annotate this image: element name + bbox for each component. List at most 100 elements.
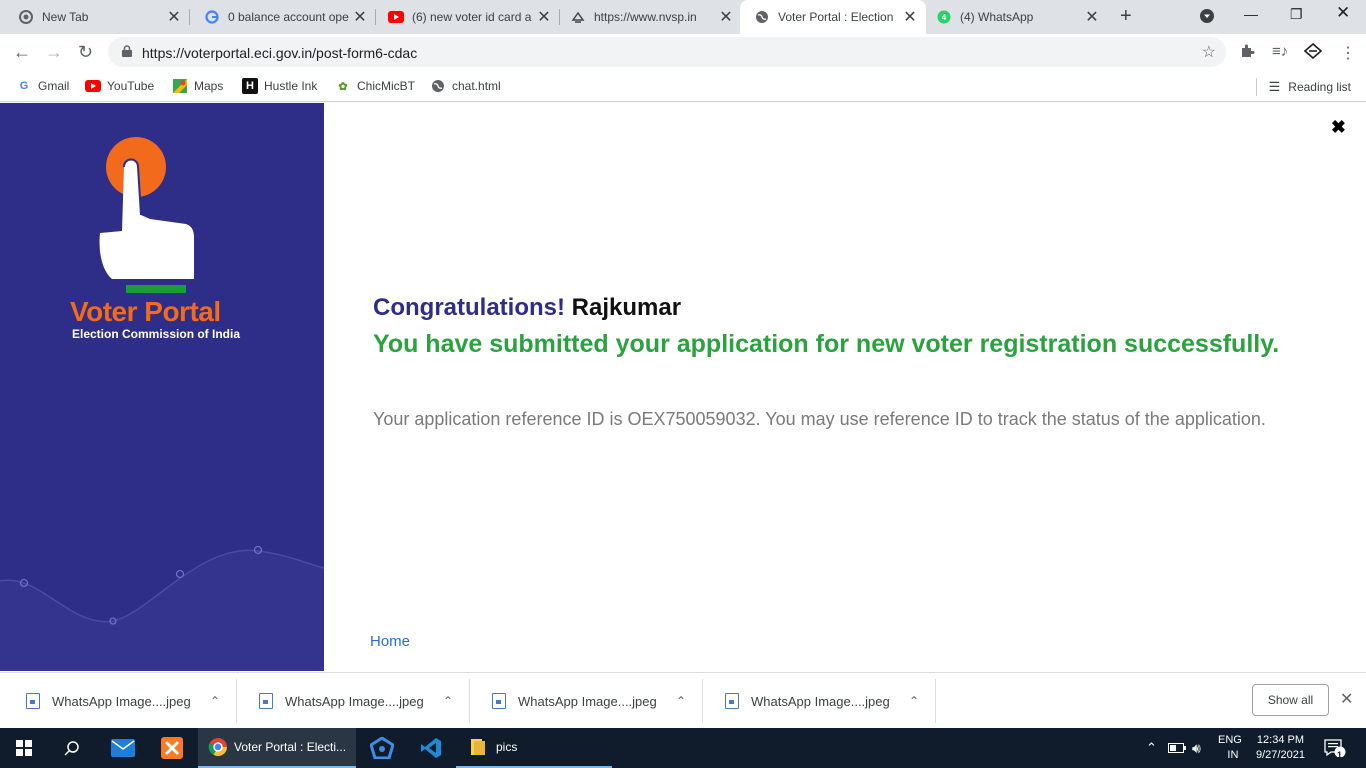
tab-new-tab[interactable]: New Tab ✕ — [0, 0, 190, 34]
close-tab-icon[interactable]: ✕ — [536, 7, 552, 27]
tab-title: Voter Portal : Election — [778, 10, 894, 24]
extensions-icon[interactable] — [1240, 43, 1255, 62]
close-tab-icon[interactable]: ✕ — [718, 7, 734, 27]
language-code: ENG — [1218, 734, 1242, 746]
close-tab-icon[interactable]: ✕ — [1084, 7, 1100, 27]
region-code: IN — [1227, 749, 1239, 761]
restore-icon[interactable]: ❐ — [1290, 6, 1303, 23]
bookmark-star-icon[interactable]: ☆ — [1202, 42, 1216, 62]
clock[interactable]: 12:34 PM 9/27/2021 — [1256, 728, 1305, 768]
bookmark-chicmicbt[interactable]: ✿ ChicMicBT — [335, 78, 415, 94]
reading-list-button[interactable]: ☰ Reading list — [1255, 78, 1351, 96]
window-close-icon[interactable]: ✕ — [1336, 3, 1350, 23]
bookmark-label: Gmail — [38, 79, 70, 93]
download-item[interactable]: WhatsApp Image....jpeg ⌃ — [703, 679, 936, 723]
google-icon — [204, 9, 220, 25]
tray-chevron-up-icon[interactable]: ⌃ — [1146, 728, 1157, 768]
congratulations-heading: Congratulations! Rajkumar — [373, 294, 681, 322]
tab-youtube-voter[interactable]: (6) new voter id card a ✕ — [370, 0, 560, 34]
home-link[interactable]: Home — [370, 633, 410, 650]
extension-diamond-icon[interactable] — [1303, 42, 1323, 63]
show-all-button[interactable]: Show all — [1252, 684, 1329, 716]
brand-title: Voter Portal — [70, 296, 221, 327]
close-tab-icon[interactable]: ✕ — [902, 7, 918, 27]
taskbar-folder-window[interactable]: pics — [456, 728, 612, 768]
bookmark-label: YouTube — [107, 79, 155, 93]
download-filename: WhatsApp Image....jpeg — [52, 693, 191, 709]
globe-icon — [430, 78, 446, 94]
divider — [1255, 78, 1257, 96]
battery-icon[interactable] — [1168, 728, 1186, 768]
chevron-up-icon[interactable]: ⌃ — [909, 694, 919, 708]
eci-icon — [570, 9, 586, 25]
forward-icon[interactable]: → — [45, 42, 63, 63]
download-item[interactable]: WhatsApp Image....jpeg ⌃ — [4, 679, 237, 723]
menu-dots-icon[interactable]: ⋮ — [1340, 43, 1356, 63]
globe-icon — [754, 9, 770, 25]
download-item[interactable]: WhatsApp Image....jpeg ⌃ — [470, 679, 703, 723]
url-text[interactable]: https://voterportal.eci.gov.in/post-form… — [142, 45, 417, 61]
browser-toolbar: ← → ↻ https://voterportal.eci.gov.in/pos… — [0, 34, 1366, 70]
search-icon[interactable] — [48, 728, 96, 768]
downloads-bar: WhatsApp Image....jpeg ⌃ WhatsApp Image.… — [0, 672, 1366, 728]
image-file-icon — [259, 693, 273, 709]
bookmark-label: Maps — [194, 79, 224, 93]
chrome-icon — [208, 738, 227, 757]
download-item[interactable]: WhatsApp Image....jpeg ⌃ — [237, 679, 470, 723]
folder-icon — [471, 739, 485, 755]
taskbar-chrome-label: Voter Portal : Electi... — [234, 740, 347, 754]
maps-icon — [172, 78, 188, 94]
download-filename: WhatsApp Image....jpeg — [285, 693, 424, 709]
windows-start-icon[interactable] — [0, 728, 48, 768]
close-tab-icon[interactable]: ✕ — [166, 7, 182, 27]
portal-sidebar: Voter Portal Election Commission of Indi… — [0, 103, 324, 671]
chicmic-icon: ✿ — [338, 80, 348, 93]
chevron-up-icon[interactable]: ⌃ — [443, 694, 453, 708]
reading-list-icon: ☰ — [1268, 79, 1281, 94]
taskbar-chrome-window[interactable]: Voter Portal : Electi... — [198, 728, 356, 768]
bookmark-gmail[interactable]: G Gmail — [16, 78, 70, 94]
back-icon[interactable]: ← — [13, 42, 31, 63]
bookmark-chat-html[interactable]: chat.html — [430, 78, 501, 94]
hustle-ink-icon: H — [242, 78, 258, 94]
image-file-icon — [725, 693, 739, 709]
tab-balance-account[interactable]: 0 balance account ope ✕ — [186, 0, 376, 34]
voter-portal-logo — [0, 137, 324, 671]
address-bar[interactable]: https://voterportal.eci.gov.in/post-form… — [108, 37, 1226, 67]
chevron-up-icon[interactable]: ⌃ — [676, 694, 686, 708]
tab-voter-portal[interactable]: Voter Portal : Election ✕ — [740, 0, 926, 34]
svg-text:4: 4 — [942, 13, 947, 22]
bookmark-youtube[interactable]: YouTube — [85, 78, 154, 94]
language-indicator[interactable]: ENG IN — [1218, 728, 1242, 768]
tab-title: 0 balance account ope — [228, 10, 349, 24]
mail-icon[interactable] — [98, 728, 148, 768]
media-control-icon[interactable]: ≡♪ — [1272, 43, 1288, 60]
reload-icon[interactable]: ↻ — [78, 42, 93, 63]
tab-title: (4) WhatsApp — [960, 10, 1034, 24]
xampp-icon[interactable] — [148, 728, 196, 768]
browser-tab-bar: New Tab ✕ 0 balance account ope ✕ (6) ne… — [0, 0, 1366, 34]
notification-icon[interactable]: 1 — [1324, 728, 1346, 768]
bookmark-maps[interactable]: Maps — [172, 78, 223, 94]
tab-search-icon[interactable] — [1199, 8, 1215, 27]
notification-count: 1 — [1337, 750, 1343, 760]
success-message: You have submitted your application for … — [373, 330, 1280, 358]
volume-icon[interactable]: 🔊︎ — [1192, 728, 1201, 768]
clock-time: 12:34 PM — [1256, 734, 1305, 746]
download-filename: WhatsApp Image....jpeg — [518, 693, 657, 709]
close-tab-icon[interactable]: ✕ — [352, 7, 368, 27]
image-file-icon — [26, 693, 40, 709]
youtube-icon — [388, 9, 404, 25]
reference-id-message: Your application reference ID is OEX7500… — [373, 409, 1266, 429]
tab-whatsapp[interactable]: 4 (4) WhatsApp ✕ — [918, 0, 1108, 34]
tab-nvsp[interactable]: https://www.nvsp.in ✕ — [552, 0, 742, 34]
bookmark-hustle-ink[interactable]: H Hustle Ink — [242, 78, 317, 94]
app-icon[interactable] — [358, 728, 406, 768]
new-tab-icon[interactable]: + — [1120, 5, 1132, 28]
chevron-up-icon[interactable]: ⌃ — [210, 694, 220, 708]
minimize-icon[interactable]: — — [1244, 6, 1258, 22]
vscode-icon[interactable] — [406, 728, 456, 768]
close-downloads-icon[interactable]: ✕ — [1340, 689, 1353, 709]
youtube-icon — [85, 78, 101, 94]
close-icon[interactable]: ✖ — [1331, 117, 1346, 138]
